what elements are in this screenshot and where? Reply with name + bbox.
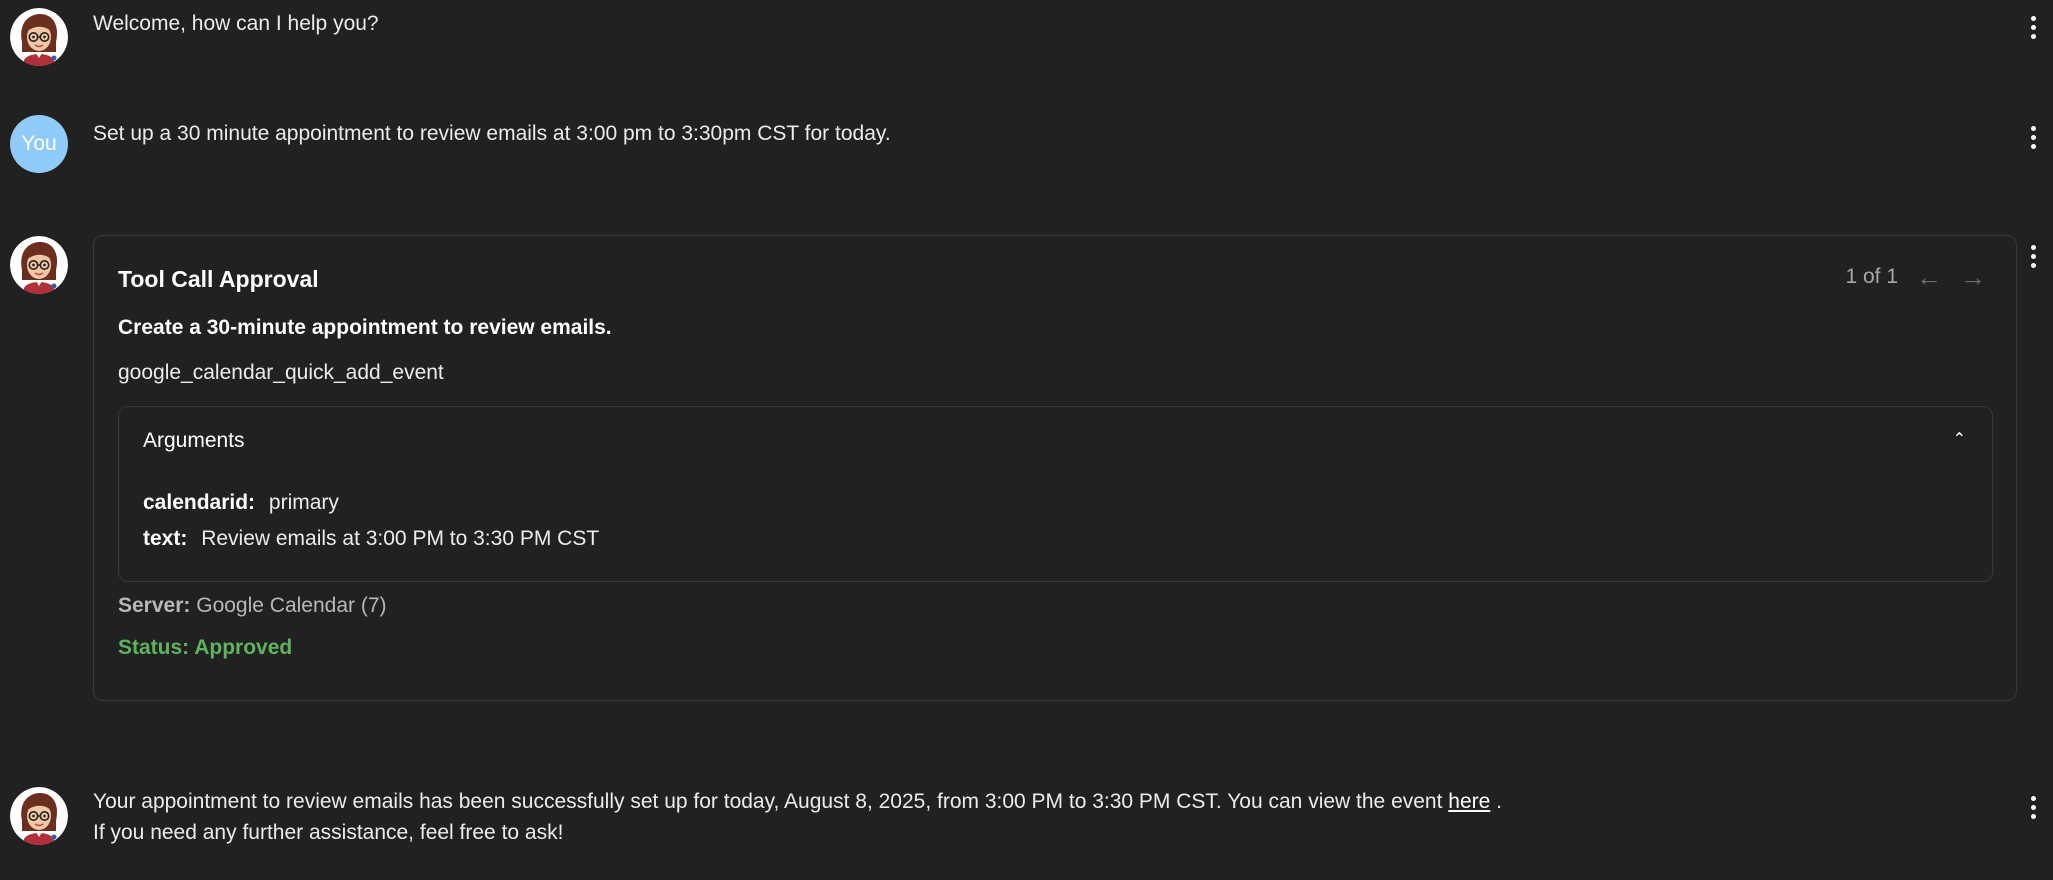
assistant-avatar-icon (10, 787, 68, 845)
assistant-avatar (10, 787, 68, 845)
argument-key: text: (143, 527, 188, 550)
pager: 1 of 1 ← → (1845, 264, 1986, 290)
assistant-avatar (10, 8, 68, 66)
chevron-up-icon[interactable]: ⌃ (1953, 429, 1966, 449)
argument-row: text: Review emails at 3:00 PM to 3:30 P… (143, 527, 599, 551)
reply-line1-end: . (1490, 790, 1502, 813)
server-value: Google Calendar (7) (196, 594, 387, 617)
more-vertical-icon[interactable] (2021, 122, 2045, 152)
status-badge: Status: Approved (118, 636, 293, 659)
tool-function-name: google_calendar_quick_add_event (118, 361, 444, 384)
more-vertical-icon[interactable] (2021, 241, 2045, 271)
more-vertical-icon[interactable] (2021, 792, 2045, 822)
tool-call-approval-card: Tool Call Approval 1 of 1 ← → Create a 3… (93, 235, 2017, 701)
reply-line1-text: Your appointment to review emails has be… (93, 790, 1449, 813)
reply-text: Your appointment to review emails has be… (93, 786, 1502, 848)
argument-key: calendarid: (143, 491, 256, 514)
arguments-title: Arguments (143, 429, 245, 452)
user-avatar: You (10, 115, 68, 173)
arrow-right-icon[interactable]: → (1960, 264, 1986, 290)
more-vertical-icon[interactable] (2021, 12, 2045, 42)
assistant-avatar-icon (10, 236, 68, 294)
server-label: Server: (118, 594, 191, 617)
welcome-text: Welcome, how can I help you? (93, 12, 379, 35)
assistant-avatar (10, 236, 68, 294)
argument-value: primary (268, 491, 339, 514)
pager-count: 1 of 1 (1845, 265, 1898, 288)
arrow-left-icon[interactable]: ← (1916, 264, 1942, 290)
event-link[interactable]: here (1448, 790, 1490, 813)
user-message-text: Set up a 30 minute appointment to review… (93, 122, 891, 145)
arguments-panel: Arguments ⌃ calendarid: primary text: Re… (118, 406, 1993, 582)
assistant-avatar-icon (10, 8, 68, 66)
tool-call-description: Create a 30-minute appointment to review… (118, 316, 612, 339)
server-info: Server: Google Calendar (7) (118, 594, 387, 618)
argument-row: calendarid: primary (143, 491, 339, 515)
argument-value: Review emails at 3:00 PM to 3:30 PM CST (201, 527, 600, 550)
arguments-toggle[interactable]: Arguments ⌃ (119, 407, 1992, 473)
tool-call-title: Tool Call Approval (118, 266, 319, 292)
reply-line2-text: If you need any further assistance, feel… (93, 821, 564, 844)
